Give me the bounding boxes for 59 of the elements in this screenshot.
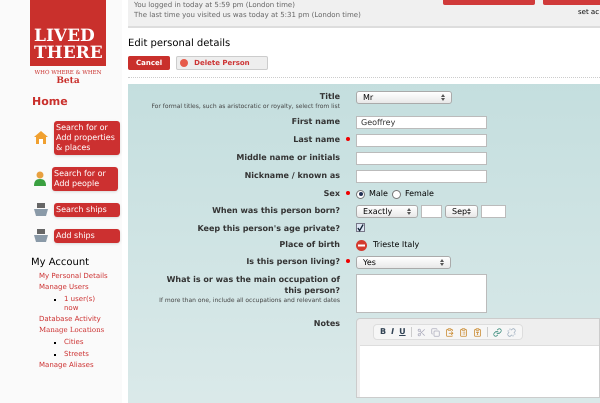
cut-icon[interactable] [416,328,426,336]
updown-icon [441,94,445,101]
home-link[interactable]: Home [32,94,122,110]
input-field[interactable] [356,134,487,147]
field-label: Keep this person's age private? [197,223,340,234]
action-button[interactable]: Search for or Add people [52,166,118,190]
updown-icon [407,208,411,215]
format-button[interactable]: I [391,326,394,338]
action-button[interactable]: Add ships [54,228,120,242]
field-label: Notes [314,318,340,329]
field-label: First name [292,116,340,127]
field-label: Last name [293,134,340,145]
logo-title: THERE [34,44,104,62]
field-label: Nickname / known as [244,170,340,181]
house-icon [34,131,48,144]
updown-icon [467,208,471,215]
select-field[interactable]: Mr [356,91,452,104]
field-label: What is or was the main occupation of this person? [166,274,340,296]
logo-edition: Beta [56,77,80,86]
page-title: Edit personal details [128,37,232,51]
paste-list-icon[interactable] [458,328,468,336]
field-label: Sex [324,188,340,199]
format-button[interactable]: B [380,326,386,338]
account-heading: My Account [31,256,90,270]
year-input[interactable] [481,205,506,218]
input-field[interactable]: Geoffrey [356,116,487,129]
day-input[interactable] [421,205,442,218]
field-label: Middle name or initials [236,152,340,163]
person-icon [34,171,46,186]
field-label: Is this person living? [246,256,340,267]
field-label: When was this person born? [212,205,340,216]
updown-icon [440,259,444,266]
radio-label: Female [404,188,434,200]
format-button[interactable]: U [399,326,406,338]
precision-select[interactable]: Exactly [356,205,418,218]
radio-button[interactable] [356,190,365,198]
field-label: Title [320,91,340,102]
field-label: Place of birth [279,239,340,250]
ship-icon [34,229,48,242]
place-value: Trieste Italy [373,239,420,251]
ship-icon [34,203,48,216]
copy-icon[interactable] [430,328,440,336]
radio-label: Male [369,188,388,200]
remove-icon[interactable] [356,240,367,250]
checkbox[interactable] [356,223,365,232]
link-icon[interactable] [492,328,502,336]
paste-icon[interactable] [444,328,454,336]
month-select[interactable]: Sep [445,205,478,218]
action-button[interactable]: Search for or Add properties & places [54,120,120,154]
input-field[interactable] [356,170,487,183]
logo-title: LIVED [34,28,95,45]
input-field[interactable] [356,152,487,165]
rich-text-editor[interactable]: B I U [356,318,600,398]
unlink-icon[interactable] [506,328,516,336]
select-field[interactable]: Yes [356,256,451,269]
action-button[interactable]: Search ships [54,202,120,216]
radio-button[interactable] [392,190,401,198]
text-area[interactable] [356,274,487,313]
paste-text-icon[interactable] [472,328,482,336]
